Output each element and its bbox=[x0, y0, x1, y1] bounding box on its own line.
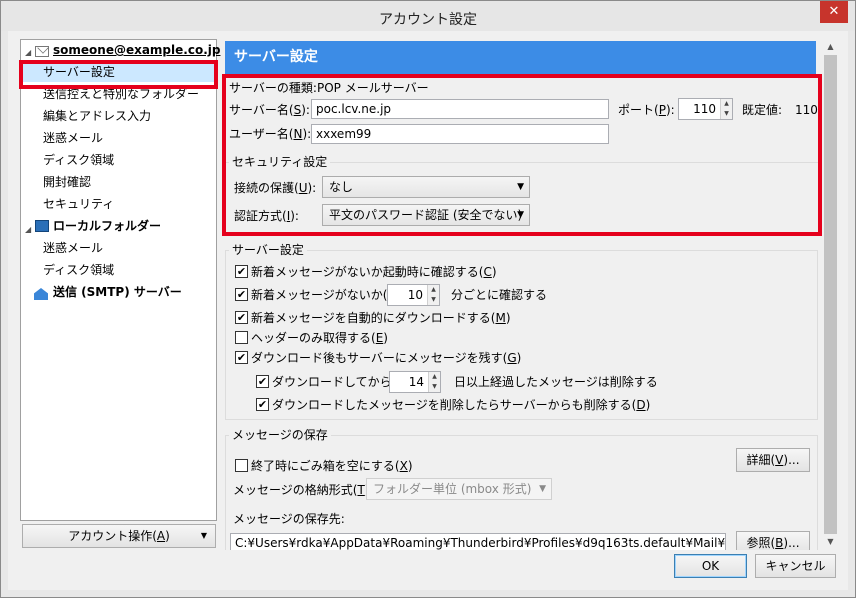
window-title: アカウント設定 bbox=[379, 12, 477, 28]
page-title: サーバー設定 bbox=[225, 41, 816, 74]
server-type-value: POP メールサーバー bbox=[317, 81, 429, 95]
spin-up-icon[interactable]: ▲ bbox=[428, 372, 440, 382]
port-stepper[interactable]: 110 ▲ ▼ bbox=[678, 98, 733, 120]
storage-group-title: メッセージの保存 bbox=[229, 428, 331, 442]
scroll-thumb[interactable] bbox=[824, 55, 837, 534]
computer-icon bbox=[35, 220, 49, 232]
tree-smtp[interactable]: 送信 (SMTP) サーバー bbox=[53, 282, 182, 302]
tree-item-junk[interactable]: 迷惑メール bbox=[43, 128, 103, 148]
store-type-select[interactable]: フォルダー単位 (mbox 形式) ▼ bbox=[366, 478, 552, 500]
username-input[interactable]: xxxem99 bbox=[311, 124, 609, 144]
checkbox-headers-only[interactable] bbox=[235, 331, 248, 344]
tree-item-disk-space[interactable]: ディスク領域 bbox=[43, 150, 114, 170]
tree-item-composition[interactable]: 編集とアドレス入力 bbox=[43, 106, 151, 126]
delete-after-days-suffix: 日以上経過したメッセージは削除する bbox=[454, 375, 658, 389]
checkbox-empty-trash[interactable] bbox=[235, 459, 248, 472]
chevron-down-icon: ▼ bbox=[517, 182, 524, 192]
server-name-input[interactable]: poc.lcv.ne.jp bbox=[311, 99, 609, 119]
title-bar: アカウント設定 ✕ bbox=[1, 1, 855, 31]
checkbox-leave-on-server[interactable]: ✔ bbox=[235, 351, 248, 364]
tree-item-security[interactable]: セキュリティ bbox=[43, 194, 114, 214]
delete-after-days-stepper[interactable]: 14 ▲ ▼ bbox=[389, 371, 441, 393]
auth-method-select[interactable]: 平文のパスワード認証 (安全でない) ▼ bbox=[322, 204, 530, 226]
close-button[interactable]: ✕ bbox=[820, 1, 848, 23]
browse-button[interactable]: 参照(B)... bbox=[736, 531, 810, 550]
tree-local-folders[interactable]: ローカルフォルダー bbox=[53, 216, 161, 236]
spin-up-icon[interactable]: ▲ bbox=[427, 285, 439, 295]
leave-on-server-label: ダウンロード後もサーバーにメッセージを残す(G) bbox=[251, 351, 522, 365]
spin-down-icon[interactable]: ▼ bbox=[428, 382, 440, 392]
tree-item-server-settings[interactable]: サーバー設定 bbox=[22, 62, 215, 82]
spin-down-icon[interactable]: ▼ bbox=[427, 295, 439, 305]
checkbox-delete-from-server[interactable]: ✔ bbox=[256, 398, 269, 411]
collapse-arrow-icon[interactable]: ◢ bbox=[25, 48, 31, 57]
outgoing-server-icon bbox=[34, 288, 48, 300]
account-tree: ◢ someone@example.co.jp サーバー設定 送信控えと特別なフ… bbox=[20, 39, 220, 521]
chevron-down-icon: ▼ bbox=[517, 210, 524, 220]
check-interval-suffix: 分ごとに確認する bbox=[451, 288, 548, 302]
server-settings-group-title: サーバー設定 bbox=[229, 243, 307, 257]
port-label: ポート(P): bbox=[618, 103, 675, 117]
tree-item-local-disk-space[interactable]: ディスク領域 bbox=[43, 260, 114, 280]
settings-panel: サーバー設定 サーバーの種類: POP メールサーバー サーバー名(S): po… bbox=[225, 39, 818, 550]
ok-button[interactable]: OK bbox=[674, 554, 747, 578]
default-port-value: 110 bbox=[795, 103, 818, 117]
checkbox-check-interval[interactable]: ✔ bbox=[235, 288, 248, 301]
empty-trash-label: 終了時にごみ箱を空にする(X) bbox=[251, 459, 413, 473]
spin-up-icon[interactable]: ▲ bbox=[720, 99, 732, 109]
server-name-label: サーバー名(S): bbox=[229, 103, 310, 117]
security-group-title: セキュリティ設定 bbox=[229, 155, 331, 169]
scroll-up-icon[interactable]: ▲ bbox=[822, 39, 839, 55]
store-dir-label: メッセージの保存先: bbox=[233, 512, 345, 526]
spin-down-icon[interactable]: ▼ bbox=[720, 109, 732, 119]
mail-account-icon bbox=[35, 46, 49, 57]
username-label: ユーザー名(N): bbox=[229, 127, 312, 141]
account-settings-window: アカウント設定 ✕ ◢ someone@example.co.jp サーバー設定… bbox=[0, 0, 856, 598]
check-on-startup-label: 新着メッセージがないか起動時に確認する(C) bbox=[251, 265, 497, 279]
check-interval-label: 新着メッセージがないか(Y) bbox=[251, 288, 399, 302]
account-actions-button[interactable]: アカウント操作(A) ▼ bbox=[22, 524, 216, 548]
store-type-label: メッセージの格納形式(T): bbox=[233, 483, 374, 497]
tree-account[interactable]: someone@example.co.jp bbox=[53, 40, 220, 60]
scrollbar[interactable]: ▲ ▼ bbox=[822, 39, 839, 550]
server-type-label: サーバーの種類: bbox=[229, 81, 317, 95]
tree-item-receipts[interactable]: 開封確認 bbox=[43, 172, 91, 192]
chevron-down-icon: ▼ bbox=[539, 484, 546, 494]
auto-download-label: 新着メッセージを自動的にダウンロードする(M) bbox=[251, 311, 511, 325]
tree-item-local-junk[interactable]: 迷惑メール bbox=[43, 238, 103, 258]
check-interval-stepper[interactable]: 10 ▲ ▼ bbox=[387, 284, 440, 306]
cancel-button[interactable]: キャンセル bbox=[755, 554, 836, 578]
auth-method-label: 認証方式(I): bbox=[234, 209, 299, 223]
checkbox-delete-after-days[interactable]: ✔ bbox=[256, 375, 269, 388]
details-button[interactable]: 詳細(V)... bbox=[736, 448, 810, 472]
checkbox-auto-download[interactable]: ✔ bbox=[235, 311, 248, 324]
store-dir-input[interactable]: C:¥Users¥rdka¥AppData¥Roaming¥Thunderbir… bbox=[230, 533, 726, 550]
tree-item-copies-folders[interactable]: 送信控えと特別なフォルダー bbox=[43, 84, 199, 104]
dropdown-arrow-icon: ▼ bbox=[200, 531, 207, 540]
collapse-arrow-icon[interactable]: ◢ bbox=[25, 225, 31, 234]
default-port-label: 既定値: bbox=[742, 103, 783, 117]
headers-only-label: ヘッダーのみ取得する(E) bbox=[251, 331, 388, 345]
connection-security-select[interactable]: なし ▼ bbox=[322, 176, 530, 198]
connection-security-label: 接続の保護(U): bbox=[234, 181, 317, 195]
delete-from-server-label: ダウンロードしたメッセージを削除したらサーバーからも削除する(D) bbox=[272, 398, 651, 412]
scroll-down-icon[interactable]: ▼ bbox=[822, 534, 839, 550]
checkbox-check-on-startup[interactable]: ✔ bbox=[235, 265, 248, 278]
